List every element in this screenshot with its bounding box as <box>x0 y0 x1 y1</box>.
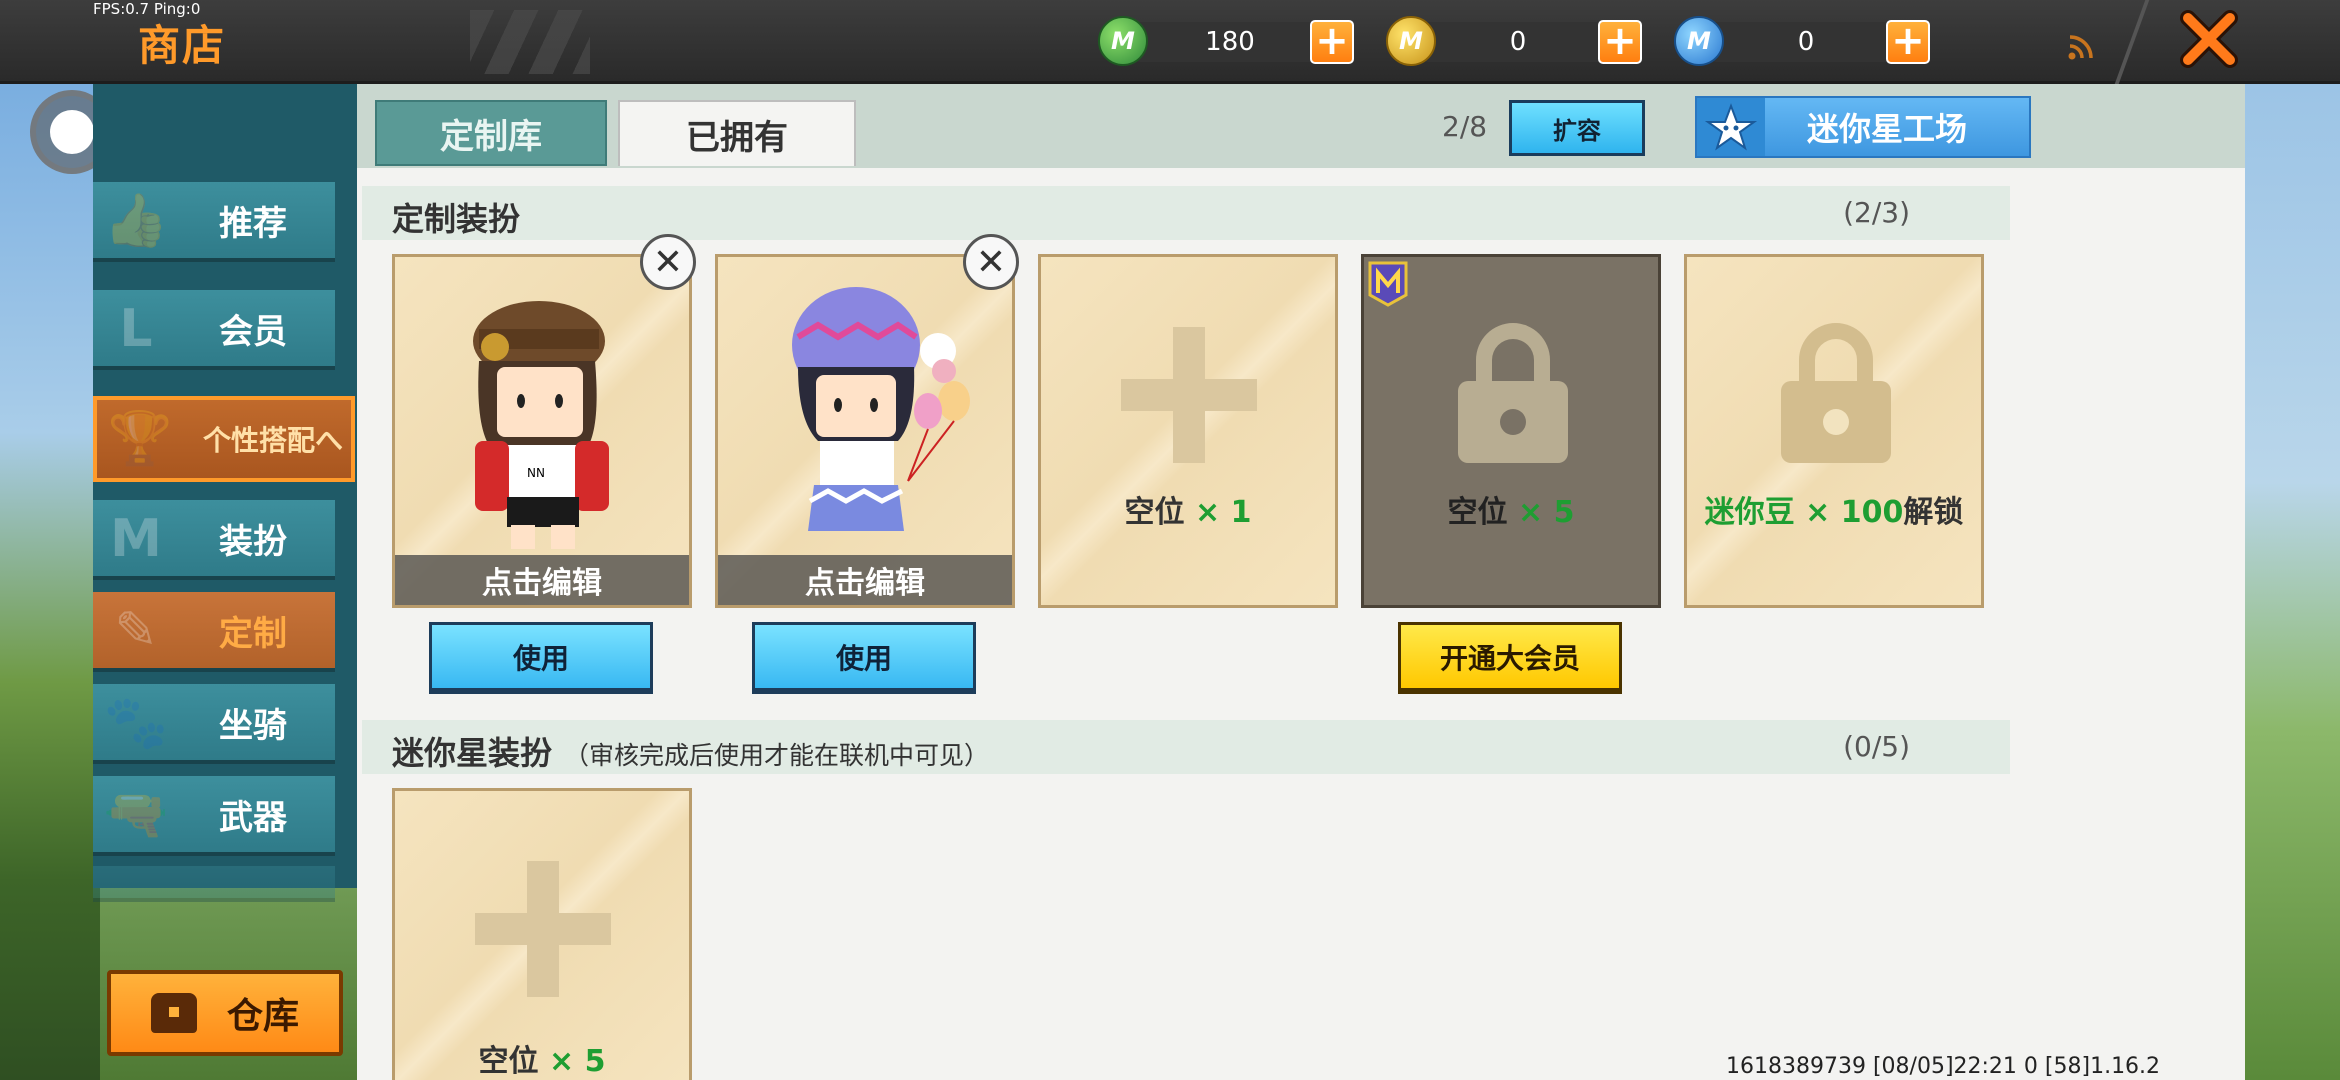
close-icon[interactable] <box>2178 8 2240 70</box>
section-note: （审核完成后使用才能在联机中可见） <box>564 741 990 770</box>
use-outfit-2-button[interactable]: 使用 <box>752 622 976 694</box>
avatar-preview: NN <box>473 301 609 549</box>
star-coin-icon: M <box>1674 16 1724 66</box>
outfit-slot-2[interactable]: 点击编辑 <box>715 254 1015 608</box>
shirt-icon: M <box>110 509 162 569</box>
mini-bean-icon: M <box>1098 16 1148 66</box>
currency-value: 0 <box>1424 22 1612 62</box>
mini-star-factory-button[interactable]: 迷你星工场 <box>1695 96 2031 158</box>
slot-label: 空位 × 1 <box>1124 495 1252 530</box>
pencil-icon: ✎ <box>114 601 158 661</box>
add-icon <box>475 861 611 997</box>
mini-star-empty-slot[interactable]: 空位 × 5 <box>392 788 692 1080</box>
sidebar-item-label: 武器 <box>219 797 287 838</box>
outfit-slot-1[interactable]: NN 点击编辑 <box>392 254 692 608</box>
locked-slot[interactable]: 迷你豆 × 100解锁 <box>1684 254 1984 608</box>
section-custom-outfits-header: 定制装扮 (2/3) <box>362 186 2010 240</box>
currency-star-coin: 0 M + <box>1674 14 1930 68</box>
edit-label[interactable]: 点击编辑 <box>718 555 1012 605</box>
section-count: (2/3) <box>1843 196 1910 229</box>
add-mini-coin-button[interactable]: + <box>1598 20 1642 64</box>
currency-mini-bean: 180 M + <box>1098 14 1354 68</box>
tab-custom-library[interactable]: 定制库 <box>375 100 607 166</box>
lock-icon <box>1781 323 1891 463</box>
sidebar-item-label: 推荐 <box>219 203 287 244</box>
factory-label: 迷你星工场 <box>1806 110 1967 148</box>
signal-icon <box>2068 35 2093 60</box>
section-count: (0/5) <box>1843 730 1910 763</box>
add-mini-bean-button[interactable]: + <box>1310 20 1354 64</box>
page-title: 商店 <box>138 21 227 70</box>
empty-slot[interactable]: 空位 × 1 <box>1038 254 1338 608</box>
sidebar-item-vip[interactable]: L 会员 <box>93 290 335 370</box>
add-star-coin-button[interactable]: + <box>1886 20 1930 64</box>
tab-owned[interactable]: 已拥有 <box>618 100 856 166</box>
tab-bar: 定制库 已拥有 2/8 扩容 迷你星工场 <box>357 84 2245 168</box>
slot-label: 迷你豆 × 100解锁 <box>1704 495 1964 530</box>
sidebar-item-weapon[interactable]: 🔫 武器 <box>93 776 335 856</box>
sidebar-item-label: 定制 <box>219 613 287 654</box>
sidebar-item-label: 会员 <box>219 311 287 352</box>
section-mini-star-outfits-header: 迷你星装扮 （审核完成后使用才能在联机中可见） (0/5) <box>362 720 2010 774</box>
sidebar-item-label: 个性搭配へ <box>202 424 343 457</box>
expand-button[interactable]: 扩容 <box>1509 100 1645 156</box>
vip-badge-icon <box>1368 261 1408 307</box>
mini-coin-icon: M <box>1386 16 1436 66</box>
sidebar-item-recommend[interactable]: 👍 推荐 <box>93 182 335 262</box>
currency-value: 0 <box>1712 22 1900 62</box>
add-icon <box>1121 327 1257 463</box>
slot-label: 空位 × 5 <box>478 1044 606 1079</box>
sidebar-item-outfit[interactable]: M 装扮 <box>93 500 335 580</box>
lock-icon <box>1458 323 1568 463</box>
gun-icon: 🔫 <box>103 785 169 845</box>
svg-text:NN: NN <box>527 466 545 480</box>
remove-outfit-2-button[interactable]: ✕ <box>963 234 1019 290</box>
use-outfit-1-button[interactable]: 使用 <box>429 622 653 694</box>
avatar-preview <box>792 287 970 531</box>
chest-icon <box>150 993 197 1033</box>
sidebar-item-custom[interactable]: ✎ 定制 <box>93 592 335 672</box>
slot-label: 空位 × 5 <box>1447 495 1575 530</box>
remove-outfit-1-button[interactable]: ✕ <box>640 234 696 290</box>
sidebar: 👍 推荐 L 会员 🏆 个性搭配へ M 装扮 ✎ 定制 🐾 坐骑 🔫 武器 <box>93 84 357 902</box>
decorative-stripes <box>470 10 590 74</box>
sidebar-item-partial <box>93 866 335 902</box>
section-title: 迷你星装扮 （审核完成后使用才能在联机中可见） <box>392 734 990 772</box>
mount-icon: 🐾 <box>103 693 169 753</box>
background-left <box>0 84 100 1080</box>
capacity-count: 2/8 <box>1442 110 1488 143</box>
top-bar: FPS:0.7 Ping:0 商店 180 M + 0 M + 0 M + <box>0 0 2340 84</box>
warehouse-label: 仓库 <box>226 996 299 1037</box>
background-right <box>2245 84 2340 1080</box>
build-info: 1618389739 [08/05]22:21 0 [58]1.16.2 <box>1726 1054 2161 1079</box>
star-icon <box>1697 98 1765 156</box>
vip-locked-slot[interactable]: 空位 × 5 <box>1361 254 1661 608</box>
sidebar-item-label: 装扮 <box>219 521 287 562</box>
edit-label[interactable]: 点击编辑 <box>395 555 689 605</box>
vip-icon: L <box>119 299 153 359</box>
section-title: 定制装扮 <box>392 200 521 238</box>
sidebar-group-outfit-match[interactable]: 🏆 个性搭配へ <box>93 396 355 482</box>
warehouse-button[interactable]: 仓库 <box>107 970 343 1056</box>
divider <box>2114 0 2150 84</box>
main-panel: 定制库 已拥有 2/8 扩容 迷你星工场 定制装扮 (2/3) NN 点击编辑 … <box>357 84 2245 1080</box>
currency-value: 180 <box>1136 22 1324 62</box>
currency-mini-coin: 0 M + <box>1386 14 1642 68</box>
thumbs-up-icon: 👍 <box>103 191 169 251</box>
open-vip-button[interactable]: 开通大会员 <box>1398 622 1622 694</box>
sidebar-item-label: 坐骑 <box>219 705 287 746</box>
sidebar-item-mount[interactable]: 🐾 坐骑 <box>93 684 335 764</box>
trophy-icon: 🏆 <box>107 409 173 469</box>
